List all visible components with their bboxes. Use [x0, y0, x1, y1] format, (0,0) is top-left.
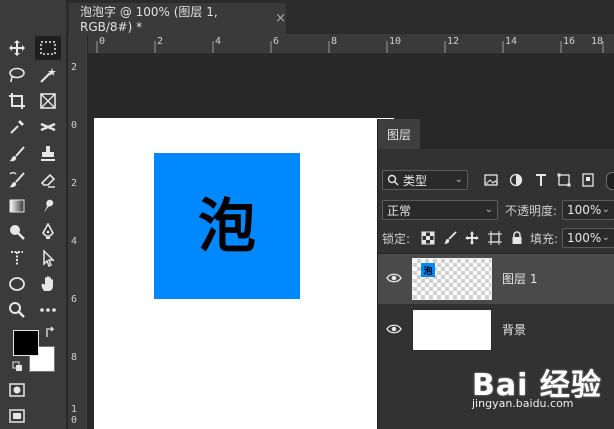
- document-tab-title: 泡泡字 @ 100% (图层 1, RGB/8#) *: [80, 5, 218, 34]
- history-brush-tool-icon[interactable]: [4, 168, 30, 192]
- ruler-label: 6: [273, 36, 280, 47]
- blue-square-layer[interactable]: 泡: [154, 153, 300, 299]
- search-icon: [387, 174, 399, 186]
- eye-icon[interactable]: [386, 271, 402, 285]
- type-filter-icon[interactable]: [534, 173, 548, 187]
- ruler-label: 0: [71, 120, 78, 131]
- ruler-label: 2: [71, 62, 78, 73]
- watermark-url: jingyan.baidu.com: [472, 397, 574, 410]
- opacity-label: 不透明度:: [505, 204, 558, 218]
- path-selection-tool-icon[interactable]: [35, 246, 61, 270]
- adjustment-filter-icon[interactable]: [509, 173, 523, 187]
- move-tool-icon[interactable]: [4, 36, 30, 60]
- ruler-label: 12: [447, 36, 460, 47]
- brush-tool-icon[interactable]: [4, 142, 30, 166]
- filter-toggle[interactable]: [606, 172, 614, 190]
- ellipse-tool-icon[interactable]: [4, 272, 30, 296]
- ruler-label: 16: [563, 36, 576, 47]
- ruler-label: 8: [331, 36, 338, 47]
- gradient-tool-icon[interactable]: [4, 194, 30, 218]
- foreground-color-swatch[interactable]: [13, 330, 39, 356]
- blend-mode-value: 正常: [387, 203, 412, 218]
- lasso-tool-icon[interactable]: [4, 63, 30, 87]
- quick-mask-icon[interactable]: [4, 378, 30, 402]
- stamp-tool-icon[interactable]: [35, 142, 61, 166]
- opacity-value: 100%: [567, 203, 602, 217]
- swap-colors-icon[interactable]: [44, 326, 56, 338]
- horizontal-ruler-ticks: [96, 41, 604, 53]
- crop-tool-icon[interactable]: [4, 89, 30, 113]
- close-icon[interactable]: ×: [275, 11, 286, 26]
- pixel-filter-icon[interactable]: [484, 173, 498, 187]
- lock-all-icon[interactable]: [510, 231, 524, 245]
- layer-thumbnail-glyph: 泡: [421, 263, 435, 277]
- ruler-label: 10: [389, 36, 402, 47]
- more-tools-icon[interactable]: [35, 298, 61, 322]
- ruler-label: 2: [157, 36, 164, 47]
- ruler-label: 1 0: [71, 404, 78, 426]
- ruler-label: 4: [71, 236, 78, 247]
- lock-label: 锁定:: [382, 232, 411, 246]
- dodge-tool-icon[interactable]: [4, 220, 30, 244]
- layer-filter-label: 类型: [403, 173, 428, 188]
- chevron-down-icon: ⌄: [601, 204, 610, 215]
- ruler-label: 6: [71, 294, 78, 305]
- hand-tool-icon[interactable]: [35, 272, 61, 296]
- tab-layers[interactable]: 图层: [378, 119, 420, 149]
- horizontal-ruler: 0 2 4 6 8 10 12 14 16 18: [87, 34, 614, 54]
- layer-thumbnail: 泡: [412, 258, 492, 300]
- document-tab-bar: 泡泡字 @ 100% (图层 1, RGB/8#) * ×: [66, 0, 614, 34]
- chevron-down-icon: ⌄: [454, 174, 463, 185]
- canvas-character: 泡: [197, 192, 256, 260]
- panel-tab-strip: [420, 119, 614, 149]
- eye-icon[interactable]: [386, 322, 402, 336]
- ruler-label: 4: [215, 36, 222, 47]
- type-tool-icon[interactable]: [4, 246, 30, 270]
- fill-value: 100%: [567, 231, 602, 245]
- ruler-label: 18: [591, 36, 604, 47]
- layer-row-background[interactable]: 背景: [378, 305, 614, 355]
- eyedropper-tool-icon[interactable]: [4, 115, 30, 139]
- fill-label: 填充:: [530, 232, 559, 246]
- smudge-tool-icon[interactable]: [35, 194, 61, 218]
- default-colors-icon[interactable]: [12, 361, 24, 373]
- ruler-label: 0: [99, 36, 106, 47]
- layer-name[interactable]: 背景: [502, 321, 526, 338]
- healing-brush-tool-icon[interactable]: [35, 115, 61, 139]
- zoom-tool-icon[interactable]: [4, 298, 30, 322]
- tools-panel: [0, 0, 67, 429]
- layer-row-layer-1[interactable]: 泡 图层 1: [378, 254, 614, 304]
- document-tab[interactable]: 泡泡字 @ 100% (图层 1, RGB/8#) * ×: [69, 3, 286, 34]
- layer-name[interactable]: 图层 1: [502, 270, 537, 287]
- opacity-input[interactable]: 100% ⌄: [562, 200, 614, 220]
- lock-transparency-icon[interactable]: [421, 231, 435, 245]
- smart-object-filter-icon[interactable]: [581, 173, 595, 187]
- ruler-label: 2: [71, 178, 78, 189]
- blend-mode-dropdown[interactable]: 正常 ⌄: [382, 200, 498, 220]
- baidu-jingyan-watermark: Bai 经验 jingyan.baidu.com: [472, 360, 614, 420]
- magic-wand-tool-icon[interactable]: [35, 63, 61, 87]
- shape-filter-icon[interactable]: [557, 173, 571, 187]
- frame-tool-icon[interactable]: [35, 89, 61, 113]
- lock-position-icon[interactable]: [465, 231, 479, 245]
- lock-pixels-brush-icon[interactable]: [443, 231, 457, 245]
- ruler-label: 8: [71, 352, 78, 363]
- screen-mode-icon[interactable]: [4, 404, 30, 428]
- fill-input[interactable]: 100% ⌄: [562, 228, 614, 248]
- pen-tool-icon[interactable]: [35, 220, 61, 244]
- ruler-label: 14: [505, 36, 518, 47]
- layer-thumbnail: [412, 309, 492, 351]
- chevron-down-icon: ⌄: [484, 204, 493, 215]
- chevron-down-icon: ⌄: [601, 232, 610, 243]
- vertical-ruler: 2 0 2 4 6 8 1 0: [68, 34, 88, 429]
- eraser-tool-icon[interactable]: [35, 168, 61, 192]
- marquee-tool-icon[interactable]: [35, 36, 61, 60]
- layer-filter-dropdown[interactable]: 类型 ⌄: [382, 170, 468, 190]
- lock-artboard-icon[interactable]: [488, 231, 502, 245]
